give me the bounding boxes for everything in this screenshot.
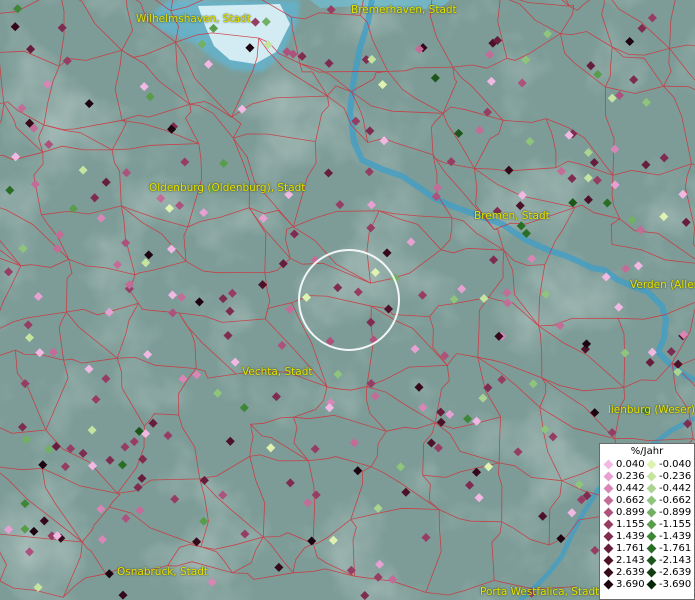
legend-row: 2.639 -2.639	[600, 567, 694, 579]
legend-value-negative: -0.899	[659, 507, 692, 518]
legend-row: 0.899 -0.899	[600, 507, 694, 519]
legend-swatch-negative	[646, 579, 657, 590]
legend-row: 1.439 -1.439	[600, 531, 694, 543]
legend-value-negative: -2.143	[659, 555, 692, 566]
city-label: Nienburg (Weser)	[609, 404, 695, 416]
legend-swatch-negative	[646, 519, 657, 530]
legend-row: 0.442 -0.442	[600, 483, 694, 495]
legend-value-positive: 0.040	[616, 459, 645, 470]
legend-swatch-positive	[603, 567, 614, 578]
legend-row: 2.143 -2.143	[600, 555, 694, 567]
legend-value-positive: 0.236	[616, 471, 645, 482]
legend-swatch-positive	[603, 579, 614, 590]
legend-value-positive: 1.761	[616, 543, 645, 554]
city-label: Verden (Aller)	[630, 279, 695, 291]
legend-value-positive: 3.690	[616, 579, 645, 590]
legend-swatch-negative	[646, 555, 657, 566]
legend-swatch-negative	[646, 507, 657, 518]
city-label: Bremerhaven, Stadt	[351, 4, 457, 16]
legend-row: 0.236 -0.236	[600, 471, 694, 483]
legend-value-negative: -1.761	[659, 543, 692, 554]
legend-value-negative: -3.690	[659, 579, 692, 590]
legend-row: 0.040 -0.040	[600, 459, 694, 471]
legend-value-negative: -1.155	[659, 519, 692, 530]
city-label: Porta Westfalica, Stadt	[480, 586, 600, 598]
legend-value-negative: -0.040	[659, 459, 692, 470]
legend-swatch-negative	[646, 567, 657, 578]
legend-value-positive: 1.439	[616, 531, 645, 542]
legend-row: 0.662 -0.662	[600, 495, 694, 507]
city-label: Osnabrück, Stadt	[117, 566, 208, 578]
legend-title: %/Jahr	[630, 446, 664, 457]
legend-row: 3.690 -3.690	[600, 579, 694, 591]
legend-value-negative: -0.662	[659, 495, 692, 506]
legend-swatch-positive	[603, 459, 614, 470]
legend-swatch-positive	[603, 543, 614, 554]
legend: %/Jahr 0.040 -0.040 0.236 -0.236 0.442 -0.442…	[599, 443, 695, 600]
legend-swatch-negative	[646, 471, 657, 482]
legend-value-positive: 0.662	[616, 495, 645, 506]
city-label: Vechta, Stadt	[242, 366, 313, 378]
legend-row: 1.761 -1.761	[600, 543, 694, 555]
legend-value-positive: 0.899	[616, 507, 645, 518]
legend-swatch-positive	[603, 555, 614, 566]
legend-value-negative: -2.639	[659, 567, 692, 578]
legend-value-positive: 2.639	[616, 567, 645, 578]
legend-swatch-negative	[646, 531, 657, 542]
legend-value-negative: -1.439	[659, 531, 692, 542]
legend-swatch-negative	[646, 543, 657, 554]
city-label: Oldenburg (Oldenburg), Stadt	[149, 182, 306, 194]
legend-value-negative: -0.236	[659, 471, 692, 482]
legend-value-negative: -0.442	[659, 483, 692, 494]
legend-row: 1.155 -1.155	[600, 519, 694, 531]
city-label: Bremen, Stadt	[474, 210, 550, 222]
legend-swatch-positive	[603, 495, 614, 506]
legend-swatch-positive	[603, 483, 614, 494]
legend-swatch-positive	[603, 507, 614, 518]
legend-swatch-positive	[603, 531, 614, 542]
legend-value-positive: 1.155	[616, 519, 645, 530]
legend-swatch-negative	[646, 495, 657, 506]
map-canvas[interactable]	[0, 0, 695, 600]
legend-swatch-positive	[603, 471, 614, 482]
legend-swatch-negative	[646, 483, 657, 494]
legend-value-positive: 0.442	[616, 483, 645, 494]
legend-swatch-positive	[603, 519, 614, 530]
city-label: Wilhelmshaven, Stadt	[136, 13, 251, 25]
legend-swatch-negative	[646, 459, 657, 470]
legend-value-positive: 2.143	[616, 555, 645, 566]
